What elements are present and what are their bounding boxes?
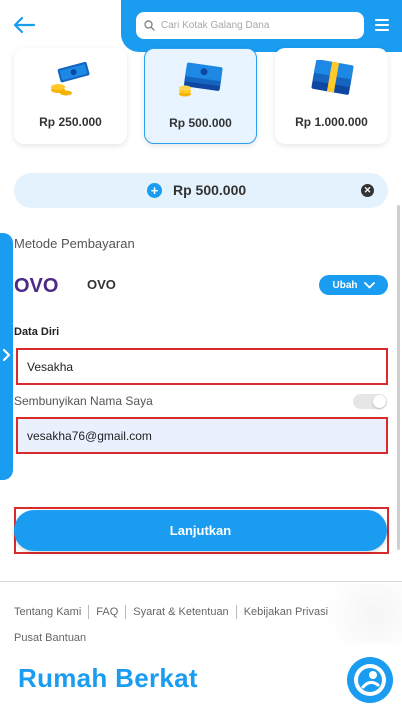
name-field[interactable]: Vesakha: [16, 348, 388, 385]
footer-links: Tentang Kami FAQ Syarat & Ketentuan Kebijak…: [14, 599, 374, 651]
amount-label: Rp 1.000.000: [295, 115, 368, 129]
hide-name-toggle[interactable]: [353, 394, 387, 409]
search-input[interactable]: [161, 20, 361, 31]
chevron-right-icon: [2, 348, 11, 362]
change-button-label: Ubah: [332, 279, 358, 291]
menu-button[interactable]: [375, 19, 389, 31]
brand-logo-icon[interactable]: [345, 655, 395, 705]
payment-method-name: OVO: [87, 277, 116, 292]
amount-card-500000[interactable]: Rp 500.000: [144, 48, 257, 144]
footer-link-terms[interactable]: Syarat & Ketentuan: [133, 599, 228, 625]
email-field[interactable]: vesakha76@gmail.com: [16, 417, 388, 454]
money-stack-icon: [179, 62, 223, 97]
brand-wordmark: Rumah Berkat: [18, 663, 198, 693]
search-icon: [144, 20, 155, 31]
selected-amount-value: Rp 500.000: [173, 182, 247, 198]
ovo-logo: OVO: [14, 275, 59, 297]
side-drawer-tab[interactable]: [0, 233, 13, 480]
hamburger-icon: [375, 19, 389, 21]
amount-label: Rp 250.000: [39, 115, 102, 129]
toggle-knob: [373, 395, 386, 408]
header-bar: [121, 0, 402, 52]
selected-amount-pill[interactable]: + Rp 500.000 ✕: [14, 173, 388, 208]
change-payment-button[interactable]: Ubah: [319, 275, 388, 295]
plus-icon[interactable]: +: [147, 183, 162, 198]
personal-data-title: Data Diri: [14, 326, 60, 338]
amount-label: Rp 500.000: [169, 116, 232, 130]
hide-name-label: Sembunyikan Nama Saya: [14, 394, 153, 408]
scrollbar[interactable]: [397, 205, 400, 550]
footer-link-about[interactable]: Tentang Kami: [14, 599, 81, 625]
continue-button[interactable]: Lanjutkan: [14, 510, 387, 551]
chevron-down-icon: [363, 281, 375, 288]
footer-divider: [0, 581, 402, 582]
arrow-left-icon: [13, 16, 36, 34]
money-small-icon: [51, 61, 90, 96]
footer-link-faq[interactable]: FAQ: [96, 599, 118, 625]
amount-card-1000000[interactable]: Rp 1.000.000: [275, 48, 388, 144]
close-icon[interactable]: ✕: [361, 184, 374, 197]
payment-method-title: Metode Pembayaran: [14, 236, 135, 251]
search-box[interactable]: [136, 12, 364, 39]
footer-link-privacy[interactable]: Kebijakan Privasi: [244, 599, 328, 625]
back-button[interactable]: [10, 12, 38, 38]
money-bundle-icon: [311, 60, 354, 95]
amount-card-250000[interactable]: Rp 250.000: [14, 48, 127, 144]
